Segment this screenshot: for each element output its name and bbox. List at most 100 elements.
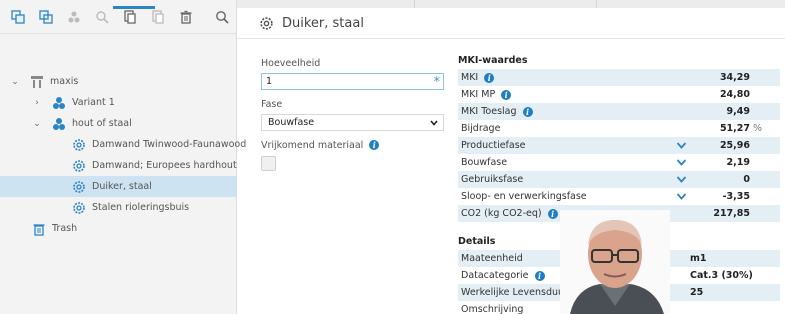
quantity-label: Hoeveelheid [261,57,321,69]
trash-icon [33,223,45,236]
chevron-down-icon [430,120,438,126]
mki-row-expandable[interactable]: Bouwfase 2,19 [458,154,780,171]
quantity-value: 1 [266,76,273,87]
tree-node-label: Trash [52,223,78,234]
mki-row-label: Productiefase [461,140,526,151]
details-row-value: Cat.3 (30%) [690,270,753,281]
tree-node-label: hout of staal [72,118,132,129]
mki-row-value: 9,49 [726,106,750,117]
paste-icon[interactable] [38,9,54,25]
network-icon [31,75,43,88]
chevron-down-icon[interactable] [676,175,687,184]
tree-node-label: Variant 1 [72,97,115,108]
gear-icon [73,180,85,193]
info-icon[interactable]: i [501,89,512,100]
mki-row-label: MKI [461,72,479,83]
phase-value: Bouwfase [268,117,315,128]
components-icon [53,96,65,109]
info-icon[interactable]: i [369,140,380,150]
tree-panel: ⌄ maxis › Variant 1 ⌄ hout of staal Damw… [0,0,246,314]
mki-row-label: Bouwfase [461,157,508,168]
search-icon[interactable] [214,9,230,25]
details-section-title: Details [458,236,496,247]
phase-label: Fase [261,98,283,110]
tree-item[interactable]: Stalen rioleringsbuis [72,197,189,218]
mki-section-title: MKI-waardes [458,55,528,66]
details-row-label: Datacategorie [461,270,529,281]
mki-row-label: Bijdrage [461,123,501,134]
copy-to-icon[interactable] [150,9,166,25]
components-icon [53,117,65,130]
mki-row-value: 217,85 [713,208,750,219]
tree-node-label: maxis [50,76,79,87]
gear-icon [73,138,85,151]
info-icon[interactable]: i [484,72,495,83]
chevron-down-icon[interactable] [676,158,687,167]
mki-row-expandable[interactable]: Gebruiksfase 0 [458,171,780,188]
tree-item-label: Damwand; Europees hardhout, gording [92,160,237,171]
tree-item-label: Damwand Twinwood-Faunawood [92,139,247,150]
required-indicator: * [433,75,441,90]
tab-segment[interactable] [415,0,597,8]
toolbar-active-indicator [113,6,155,9]
details-row-value: m1 [690,253,707,264]
copy-icon[interactable] [10,9,26,25]
info-icon[interactable]: i [522,106,533,117]
phase-select[interactable]: Bouwfase [261,114,444,131]
release-material-row: Vrijkomend materiaal i [261,138,380,152]
tab-segment[interactable] [237,0,415,8]
chevron-down-icon[interactable]: ⌄ [32,119,42,129]
tree-toolbar [0,0,236,34]
mki-row: MKI i 34,29 [458,69,780,86]
tab-strip [237,0,785,8]
tree-node-trash[interactable]: Trash [32,218,77,239]
release-material-label: Vrijkomend materiaal [261,139,364,151]
chevron-down-icon[interactable]: ⌄ [10,77,20,87]
tree-item[interactable]: Damwand; Europees hardhout, gording [72,155,237,176]
webcam-overlay [560,210,670,314]
gear-icon [73,201,85,214]
chevron-down-icon[interactable] [676,192,687,201]
mki-row: MKI Toeslag i 9,49 [458,103,780,120]
delete-icon[interactable] [178,9,194,25]
tree-item[interactable]: Damwand Twinwood-Faunawood [72,134,246,155]
tree-item-label: Stalen rioleringsbuis [92,202,190,213]
mki-row-label: Gebruiksfase [461,174,524,185]
mki-row: MKI MP i 24,80 [458,86,780,103]
search-tree-icon[interactable] [94,9,110,25]
tree-node-variant[interactable]: › Variant 1 [32,92,115,113]
info-icon[interactable]: i [534,270,545,281]
quantity-input[interactable]: 1 * [261,73,444,90]
details-row-label: Maateenheid [461,253,523,264]
mki-row-value: 0 [743,174,750,185]
mki-row-value: 25,96 [719,140,750,151]
mki-row-label: MKI Toeslag [461,106,517,117]
mki-row-value: 51,27 [719,123,750,134]
mki-row-label: CO2 (kg CO2-eq) [461,208,542,219]
mki-row-value: 24,80 [719,89,750,100]
gear-icon [73,159,85,172]
info-icon[interactable]: i [547,208,558,219]
chevron-right-icon[interactable]: › [32,98,42,108]
mki-row: Bijdrage 51,27 % [458,120,780,137]
tree-node-group[interactable]: ⌄ hout of staal [32,113,132,134]
mki-row-expandable[interactable]: Productiefase 25,96 [458,137,780,154]
details-row-value: 25 [690,287,704,298]
duplicate-icon[interactable] [122,9,138,25]
mki-row-expandable[interactable]: Sloop- en verwerkingsfase -3,35 [458,188,780,205]
mki-row-label: Sloop- en verwerkingsfase [461,191,587,202]
mki-row-unit: % [753,123,763,134]
tree-item-selected[interactable]: Duiker, staal [0,176,237,197]
chevron-down-icon[interactable] [676,141,687,150]
tree-item-label: Duiker, staal [92,181,152,192]
mki-row-value: 34,29 [719,72,750,83]
release-material-checkbox[interactable] [261,156,276,171]
mki-row-label: MKI MP [461,89,496,100]
page-title: Duiker, staal [282,15,364,31]
gear-icon [260,16,273,30]
tree-node-root[interactable]: ⌄ maxis [10,71,78,92]
detail-header: Duiker, staal [237,8,785,39]
move-icon[interactable] [66,9,82,25]
mki-row-value: -3,35 [722,191,750,202]
mki-row-value: 2,19 [726,157,750,168]
